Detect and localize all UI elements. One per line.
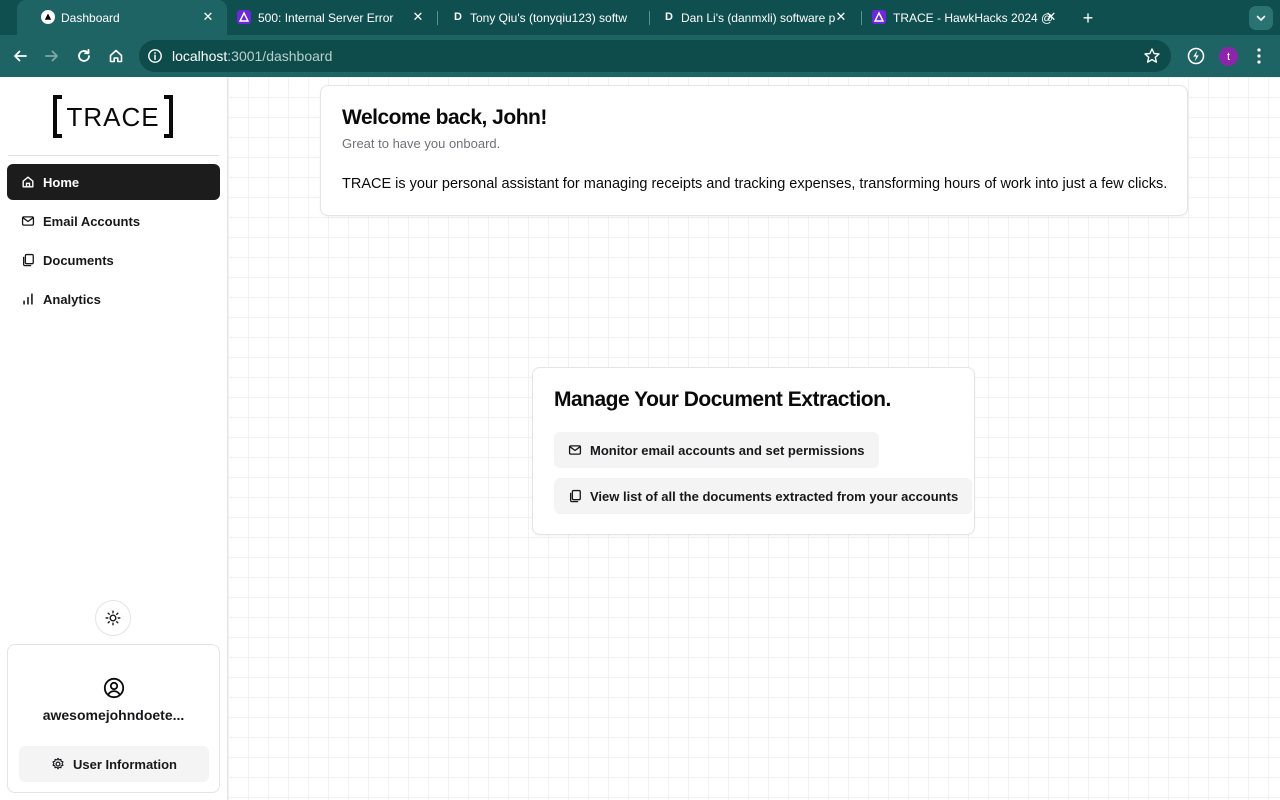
sidebar-item-label: Email Accounts	[43, 213, 141, 229]
extension-icon[interactable]	[1185, 45, 1207, 67]
delta-icon	[872, 10, 886, 24]
new-tab-button[interactable]: +	[1077, 7, 1099, 29]
page-title: Welcome back, John!	[342, 106, 547, 129]
url-host: localhost	[172, 48, 228, 64]
documents-icon	[568, 489, 582, 503]
browser-toolbar: localhost:3001/dashboard t	[0, 35, 1280, 77]
d-favicon-icon: D	[454, 11, 462, 23]
arrow-right-icon	[45, 50, 58, 62]
user-circle-icon	[103, 677, 125, 699]
action-label: View list of all the documents extracted…	[590, 488, 959, 504]
home-icon	[109, 49, 123, 63]
monitor-email-accounts-button[interactable]: Monitor email accounts and set permissio…	[554, 432, 879, 468]
sidebar: TRACE Home Email Accounts Documents Anal…	[0, 77, 228, 800]
sidebar-item-label: Analytics	[43, 291, 101, 307]
reload-icon	[78, 48, 90, 62]
address-bar[interactable]: localhost:3001/dashboard	[139, 40, 1171, 72]
url-text: localhost:3001/dashboard	[172, 48, 332, 64]
chevron-down-icon	[1256, 15, 1266, 22]
url-path: :3001/dashboard	[227, 48, 333, 64]
tab-title: TRACE - HawkHacks 2024 @	[893, 10, 1054, 25]
triangle-logo-icon	[41, 10, 55, 24]
site-info-icon[interactable]	[147, 48, 163, 64]
manage-card: Manage Your Document Extraction. Monitor…	[532, 367, 975, 535]
tab-trace-hawkhacks[interactable]: TRACE - HawkHacks 2024 @ ✕	[848, 0, 1070, 35]
bar-chart-icon	[21, 292, 35, 306]
home-icon	[21, 175, 35, 189]
forward-button[interactable]	[40, 44, 64, 68]
sidebar-item-label: Documents	[43, 252, 114, 268]
sidebar-item-documents[interactable]: Documents	[7, 242, 220, 278]
welcome-description: TRACE is your personal assistant for man…	[342, 176, 1168, 192]
manage-title: Manage Your Document Extraction.	[554, 388, 891, 411]
action-label: Monitor email accounts and set permissio…	[590, 442, 865, 458]
user-information-label: User Information	[72, 756, 177, 772]
page: TRACE Home Email Accounts Documents Anal…	[0, 77, 1280, 800]
home-button[interactable]	[104, 44, 128, 68]
tab-title: Dan Li's (danmxli) software p	[681, 10, 836, 25]
delta-icon	[237, 10, 251, 24]
main-content: Welcome back, John! Great to have you on…	[228, 77, 1280, 800]
tab-tony-qiu[interactable]: D Tony Qiu's (tonyqiu123) softw	[427, 0, 649, 35]
view-documents-button[interactable]: View list of all the documents extracted…	[554, 478, 973, 514]
tab-500-error[interactable]: 500: Internal Server Error ✕	[213, 0, 437, 35]
sidebar-item-label: Home	[43, 174, 80, 190]
back-button[interactable]	[8, 44, 32, 68]
sidebar-item-analytics[interactable]: Analytics	[7, 281, 220, 317]
welcome-subtitle: Great to have you onboard.	[342, 136, 501, 151]
tab-title: 500: Internal Server Error	[258, 10, 394, 25]
more-menu-icon[interactable]	[1252, 45, 1266, 67]
sidebar-item-home[interactable]: Home	[7, 164, 220, 200]
mail-icon	[568, 443, 582, 457]
welcome-card: Welcome back, John! Great to have you on…	[320, 85, 1188, 216]
tab-title: Dashboard	[61, 10, 120, 25]
gear-icon	[51, 757, 65, 771]
logo-text: TRACE	[66, 102, 159, 132]
user-card: awesomejohndoete... User Information	[7, 644, 220, 793]
tab-search-button[interactable]	[1249, 6, 1273, 30]
arrow-left-icon	[14, 50, 27, 62]
theme-toggle-button[interactable]	[95, 600, 131, 636]
divider	[8, 155, 219, 156]
tab-title: Tony Qiu's (tonyqiu123) softw	[470, 10, 628, 25]
reload-button[interactable]	[72, 44, 96, 68]
tab-dashboard[interactable]: Dashboard ✕	[17, 0, 227, 35]
user-email: awesomejohndoete...	[42, 707, 185, 723]
d-favicon-icon: D	[665, 11, 673, 23]
trace-logo[interactable]: TRACE	[52, 95, 174, 138]
close-icon[interactable]: ✕	[1042, 8, 1060, 26]
close-icon[interactable]: ✕	[409, 8, 427, 26]
tab-dan-li[interactable]: D Dan Li's (danmxli) software p ✕	[638, 0, 860, 35]
profile-avatar[interactable]: t	[1219, 47, 1238, 66]
mail-icon	[21, 214, 35, 228]
user-information-button[interactable]: User Information	[19, 746, 209, 782]
documents-icon	[21, 253, 35, 267]
sidebar-item-email-accounts[interactable]: Email Accounts	[7, 203, 220, 239]
sun-icon	[105, 610, 121, 626]
browser-tab-strip: Dashboard ✕ 500: Internal Server Error ✕…	[0, 0, 1280, 35]
bookmark-star-icon[interactable]	[1143, 47, 1161, 65]
